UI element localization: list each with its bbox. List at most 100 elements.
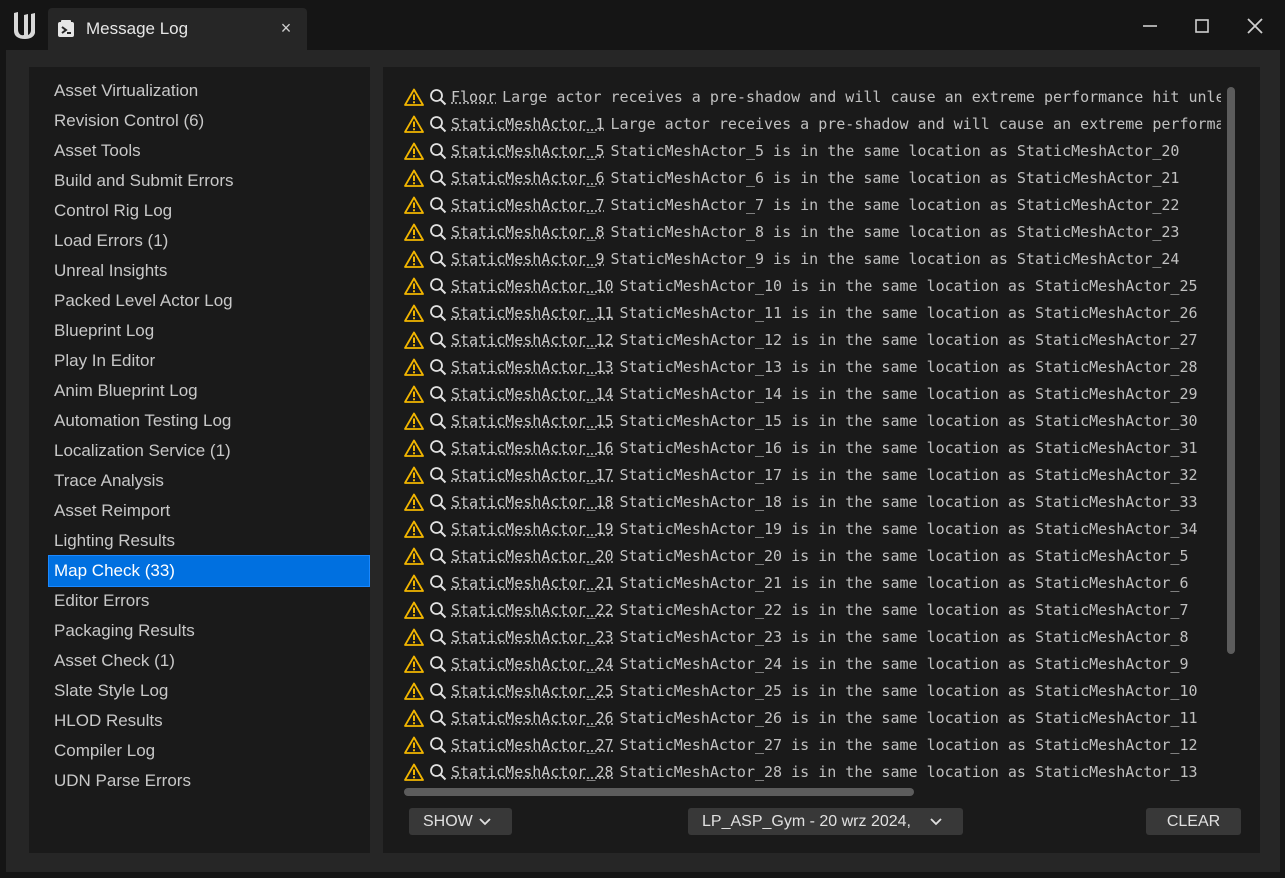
actor-link[interactable]: StaticMeshActor_23 (451, 624, 614, 651)
actor-link[interactable]: StaticMeshActor_11 (451, 300, 614, 327)
find-in-level-icon[interactable] (429, 331, 447, 349)
find-in-level-icon[interactable] (429, 709, 447, 727)
sidebar-item[interactable]: Play In Editor (49, 346, 369, 376)
unreal-engine-logo[interactable] (8, 9, 40, 41)
actor-link[interactable]: StaticMeshActor_5 (451, 138, 605, 165)
sidebar-item[interactable]: Slate Style Log (49, 676, 369, 706)
actor-link[interactable]: StaticMeshActor_28 (451, 759, 614, 784)
sidebar-item[interactable]: Lighting Results (49, 526, 369, 556)
actor-link[interactable]: StaticMeshActor_15 (451, 408, 614, 435)
sidebar-item[interactable]: Asset Tools (49, 136, 369, 166)
actor-link[interactable]: StaticMeshActor_26 (451, 705, 614, 732)
close-icon[interactable] (1243, 14, 1267, 38)
actor-link[interactable]: StaticMeshActor_13 (451, 354, 614, 381)
actor-link[interactable]: StaticMeshActor_27 (451, 732, 614, 759)
sidebar-item[interactable]: Build and Submit Errors (49, 166, 369, 196)
find-in-level-icon[interactable] (429, 682, 447, 700)
sidebar-item[interactable]: Automation Testing Log (49, 406, 369, 436)
log-rows[interactable]: Floor Large actor receives a pre-shadow a… (403, 84, 1221, 784)
log-message: StaticMeshActor_20 is in the same locati… (619, 547, 1189, 565)
sidebar-item[interactable]: Blueprint Log (49, 316, 369, 346)
actor-link[interactable]: StaticMeshActor_19 (451, 516, 614, 543)
find-in-level-icon[interactable] (429, 628, 447, 646)
actor-link[interactable]: StaticMeshActor_21 (451, 570, 614, 597)
find-in-level-icon[interactable] (429, 358, 447, 376)
log-row: StaticMeshActor_15 StaticMeshActor_15 is … (403, 408, 1221, 435)
show-filter-button[interactable]: SHOW (409, 808, 512, 835)
actor-link[interactable]: StaticMeshActor_22 (451, 597, 614, 624)
tab-close-button[interactable]: × (277, 18, 295, 39)
find-in-level-icon[interactable] (429, 169, 447, 187)
log-message: StaticMeshActor_16 is in the same locati… (619, 439, 1198, 457)
actor-link[interactable]: StaticMeshActor_24 (451, 651, 614, 678)
sidebar-item[interactable]: Asset Check (1) (49, 646, 369, 676)
sidebar-item[interactable]: HLOD Results (49, 706, 369, 736)
actor-link[interactable]: StaticMeshActor_1 (451, 111, 605, 138)
actor-link[interactable]: StaticMeshActor_17 (451, 462, 614, 489)
vertical-scrollbar-thumb[interactable] (1227, 87, 1235, 654)
find-in-level-icon[interactable] (429, 655, 447, 673)
log-row: StaticMeshActor_12 StaticMeshActor_12 is … (403, 327, 1221, 354)
find-in-level-icon[interactable] (429, 412, 447, 430)
sidebar-item[interactable]: Control Rig Log (49, 196, 369, 226)
clear-button[interactable]: CLEAR (1146, 808, 1241, 835)
actor-link[interactable]: StaticMeshActor_16 (451, 435, 614, 462)
tab-message-log[interactable]: Message Log × (48, 8, 307, 50)
actor-link[interactable]: StaticMeshActor_20 (451, 543, 614, 570)
sidebar-item[interactable]: Packed Level Actor Log (49, 286, 369, 316)
find-in-level-icon[interactable] (429, 385, 447, 403)
find-in-level-icon[interactable] (429, 574, 447, 592)
warning-icon (404, 601, 424, 619)
find-in-level-icon[interactable] (429, 547, 447, 565)
log-row: StaticMeshActor_16 StaticMeshActor_16 is … (403, 435, 1221, 462)
find-in-level-icon[interactable] (429, 520, 447, 538)
minimize-icon[interactable] (1138, 14, 1162, 38)
find-in-level-icon[interactable] (429, 88, 447, 106)
log-row: StaticMeshActor_7 StaticMeshActor_7 is in… (403, 192, 1221, 219)
maximize-icon[interactable] (1190, 14, 1214, 38)
sidebar-item[interactable]: Compiler Log (49, 736, 369, 766)
sidebar-item[interactable]: Load Errors (1) (49, 226, 369, 256)
sidebar-item[interactable]: Asset Reimport (49, 496, 369, 526)
sidebar-item[interactable]: Map Check (33) (48, 555, 370, 587)
sidebar-item[interactable]: Trace Analysis (49, 466, 369, 496)
sidebar-item[interactable]: Unreal Insights (49, 256, 369, 286)
actor-link[interactable]: StaticMeshActor_10 (451, 273, 614, 300)
sidebar-item[interactable]: Packaging Results (49, 616, 369, 646)
find-in-level-icon[interactable] (429, 142, 447, 160)
sidebar-item[interactable]: UDN Parse Errors (49, 766, 369, 796)
sidebar-item[interactable]: Anim Blueprint Log (49, 376, 369, 406)
session-select-button[interactable]: LP_ASP_Gym - 20 wrz 2024, (688, 808, 963, 835)
warning-icon (404, 574, 424, 592)
find-in-level-icon[interactable] (429, 439, 447, 457)
actor-link[interactable]: StaticMeshActor_9 (451, 246, 605, 273)
warning-icon (404, 385, 424, 403)
find-in-level-icon[interactable] (429, 115, 447, 133)
log-row: StaticMeshActor_28 StaticMeshActor_28 is … (403, 759, 1221, 784)
actor-link[interactable]: StaticMeshActor_25 (451, 678, 614, 705)
find-in-level-icon[interactable] (429, 763, 447, 781)
actor-link[interactable]: StaticMeshActor_6 (451, 165, 605, 192)
find-in-level-icon[interactable] (429, 493, 447, 511)
actor-link[interactable]: Floor (451, 84, 496, 111)
sidebar-item[interactable]: Asset Virtualization (49, 76, 369, 106)
warning-icon (404, 88, 424, 106)
actor-link[interactable]: StaticMeshActor_7 (451, 192, 605, 219)
find-in-level-icon[interactable] (429, 223, 447, 241)
find-in-level-icon[interactable] (429, 277, 447, 295)
warning-icon (404, 196, 424, 214)
sidebar-item[interactable]: Editor Errors (49, 586, 369, 616)
actor-link[interactable]: StaticMeshActor_8 (451, 219, 605, 246)
actor-link[interactable]: StaticMeshActor_18 (451, 489, 614, 516)
find-in-level-icon[interactable] (429, 601, 447, 619)
find-in-level-icon[interactable] (429, 466, 447, 484)
sidebar-item[interactable]: Localization Service (1) (49, 436, 369, 466)
find-in-level-icon[interactable] (429, 196, 447, 214)
find-in-level-icon[interactable] (429, 304, 447, 322)
actor-link[interactable]: StaticMeshActor_14 (451, 381, 614, 408)
sidebar-item[interactable]: Revision Control (6) (49, 106, 369, 136)
horizontal-scrollbar-thumb[interactable] (404, 788, 914, 796)
find-in-level-icon[interactable] (429, 250, 447, 268)
actor-link[interactable]: StaticMeshActor_12 (451, 327, 614, 354)
find-in-level-icon[interactable] (429, 736, 447, 754)
